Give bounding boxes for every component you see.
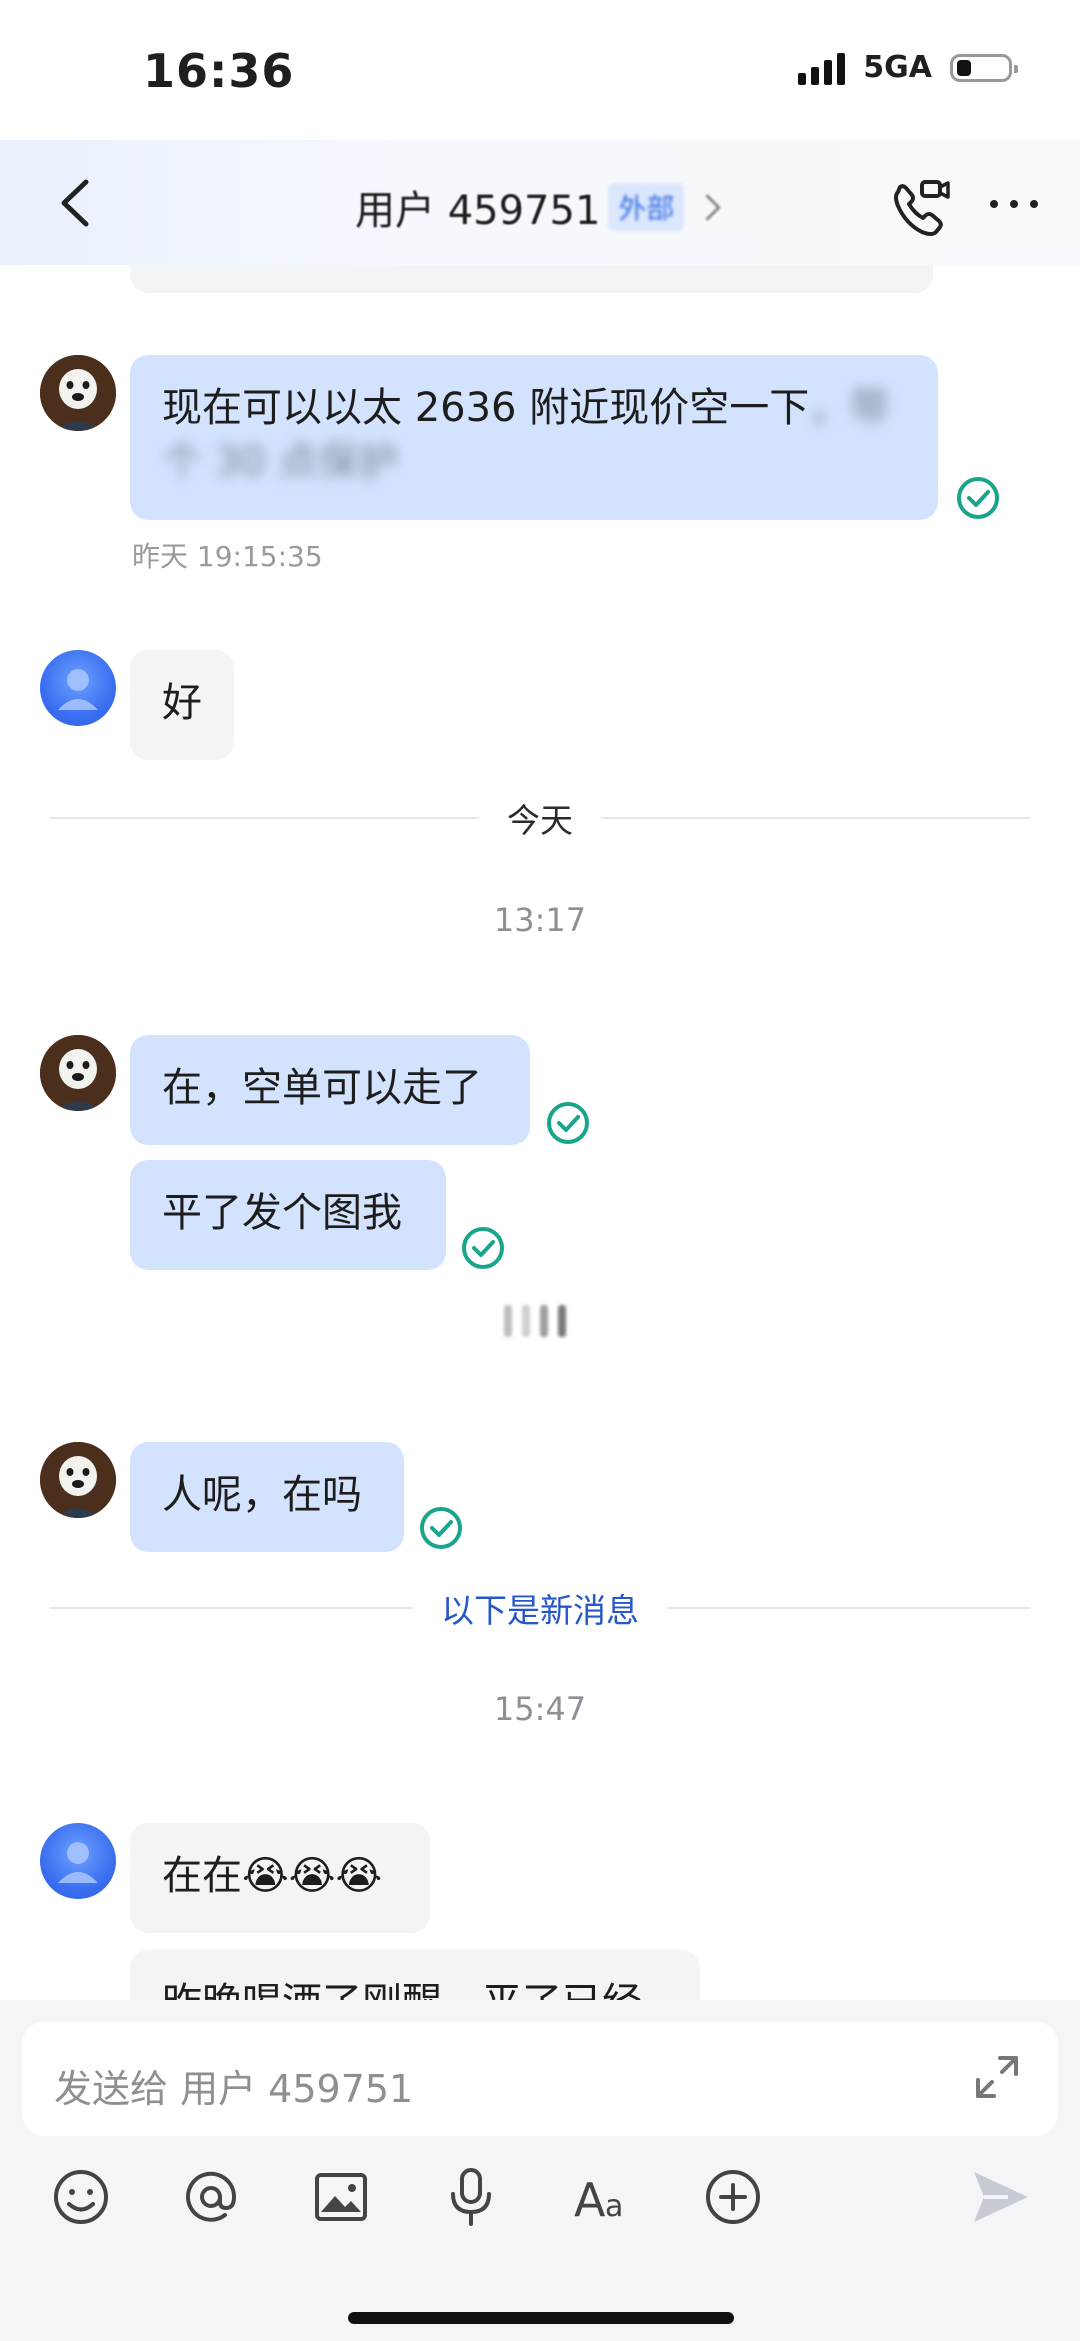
read-check-icon bbox=[547, 1102, 589, 1144]
read-check-icon bbox=[420, 1507, 462, 1549]
network-label: 5GA bbox=[863, 50, 932, 85]
chat-header: 用户 459751 外部 bbox=[0, 140, 1080, 265]
svg-text:a: a bbox=[605, 2189, 623, 2224]
message-bubble[interactable]: 好 bbox=[130, 650, 234, 760]
message-text: 昨晚喝酒了刚醒，平了已经 bbox=[162, 1976, 672, 2000]
my-avatar[interactable] bbox=[40, 355, 116, 431]
message-list[interactable]: 现在可以以太 2636 附近现价空一下，带 个 30 点保护 昨天 19:15:… bbox=[0, 265, 1080, 2000]
send-icon[interactable] bbox=[968, 2164, 1034, 2230]
read-check-icon bbox=[957, 477, 999, 519]
toolbar: A a bbox=[0, 2164, 1080, 2244]
battery-icon bbox=[950, 53, 1018, 82]
message-text: 现在可以以太 2636 附近现价空一下 bbox=[162, 385, 810, 431]
message-bubble[interactable]: 平了发个图我 bbox=[130, 1160, 446, 1270]
message-bubble[interactable]: 现在可以以太 2636 附近现价空一下，带 个 30 点保护 bbox=[130, 355, 938, 520]
message-timestamp: 昨天 19:15:35 bbox=[132, 540, 323, 573]
emoji-icon[interactable] bbox=[48, 2164, 114, 2230]
add-icon[interactable] bbox=[700, 2164, 766, 2230]
status-time: 16:36 bbox=[143, 44, 295, 98]
my-avatar[interactable] bbox=[40, 1035, 116, 1111]
back-arrow-icon[interactable] bbox=[52, 176, 102, 230]
read-check-icon bbox=[462, 1227, 504, 1269]
video-call-icon[interactable] bbox=[888, 178, 952, 238]
contact-avatar[interactable] bbox=[40, 1823, 116, 1899]
date-divider-label: 今天 bbox=[507, 801, 573, 840]
message-input-placeholder: 发送给 用户 459751 bbox=[54, 2067, 414, 2111]
message-text-line1: 现在可以以太 2636 附近现价空一下，带 bbox=[162, 381, 906, 435]
expand-icon[interactable] bbox=[970, 2050, 1024, 2104]
my-avatar[interactable] bbox=[40, 1442, 116, 1518]
signal-icon bbox=[798, 51, 846, 85]
message-text-blurred: ，带 bbox=[809, 385, 890, 431]
compose-bar: 发送给 用户 459751 A a bbox=[0, 2000, 1080, 2341]
text-format-icon[interactable]: A a bbox=[572, 2164, 638, 2230]
contact-avatar[interactable] bbox=[40, 650, 116, 726]
chevron-right-icon bbox=[694, 193, 722, 221]
loading-indicator bbox=[504, 1305, 566, 1337]
mention-icon[interactable] bbox=[178, 2164, 244, 2230]
image-icon[interactable] bbox=[308, 2164, 374, 2230]
chat-title-group[interactable]: 用户 459751 外部 bbox=[355, 178, 722, 236]
home-indicator bbox=[348, 2312, 734, 2324]
message-bubble[interactable]: 在在😭😭😭 bbox=[130, 1823, 430, 1933]
message-bubble[interactable]: 在，空单可以走了 bbox=[130, 1035, 530, 1145]
time-separator: 13:17 bbox=[493, 901, 587, 939]
time-separator: 15:47 bbox=[493, 1690, 587, 1728]
message-bubble[interactable]: 昨晚喝酒了刚醒，平了已经 bbox=[130, 1950, 700, 2000]
new-messages-label: 以下是新消息 bbox=[441, 1591, 639, 1630]
date-divider: 今天 bbox=[50, 798, 1030, 840]
previous-message-bubble[interactable] bbox=[130, 265, 933, 293]
message-text-line2: 个 30 点保护 bbox=[162, 439, 399, 485]
microphone-icon[interactable] bbox=[438, 2164, 504, 2230]
svg-text:A: A bbox=[574, 2173, 606, 2227]
new-messages-divider: 以下是新消息 bbox=[50, 1588, 1030, 1630]
more-options-icon[interactable] bbox=[990, 200, 1038, 208]
message-input[interactable]: 发送给 用户 459751 bbox=[22, 2022, 1058, 2136]
chat-title: 用户 459751 bbox=[355, 188, 601, 234]
status-bar: 16:36 5GA bbox=[0, 0, 1080, 140]
message-bubble[interactable]: 人呢，在吗 bbox=[130, 1442, 404, 1552]
external-tag: 外部 bbox=[608, 183, 685, 231]
status-right: 5GA bbox=[798, 50, 1018, 85]
